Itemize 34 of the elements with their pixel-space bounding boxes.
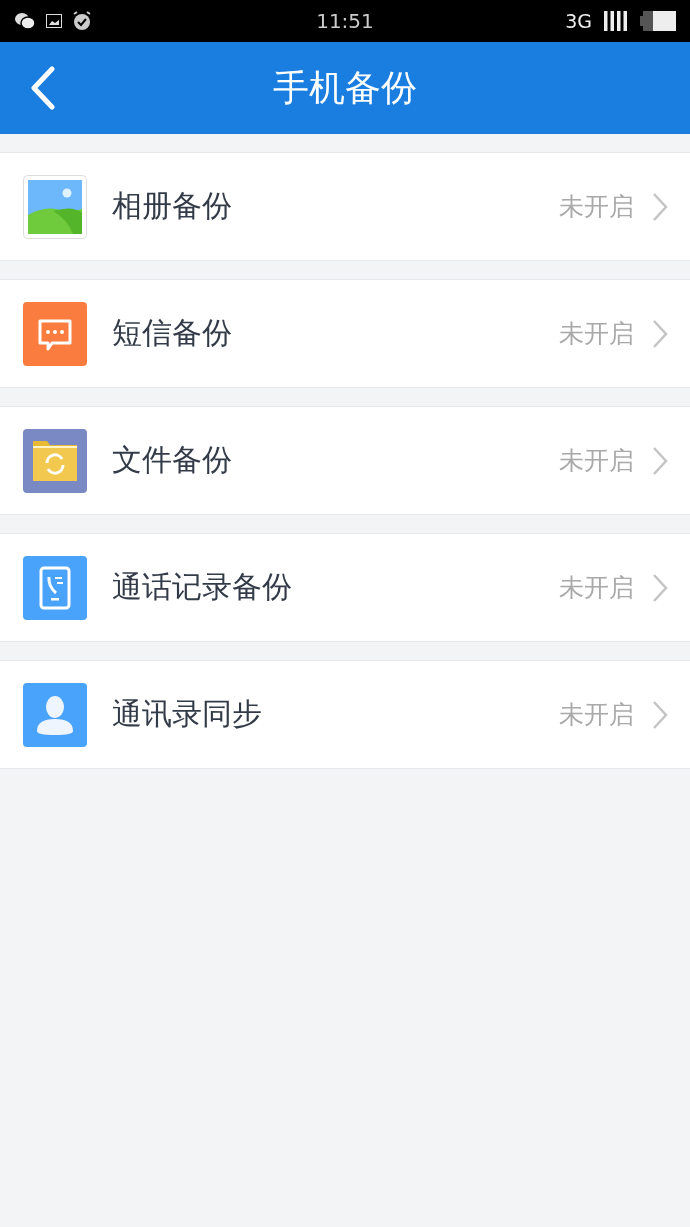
folder-icon bbox=[23, 428, 87, 493]
backup-option-row[interactable]: 通讯录同步 未开启 bbox=[0, 660, 690, 769]
backup-option-row[interactable]: 通话记录备份 未开启 bbox=[0, 533, 690, 642]
message-icon bbox=[23, 301, 87, 366]
backup-option-row[interactable]: 相册备份 未开启 bbox=[0, 152, 690, 261]
battery-icon bbox=[640, 11, 676, 31]
option-label: 文件备份 bbox=[112, 441, 232, 479]
backup-option-row[interactable]: 短信备份 未开启 bbox=[0, 279, 690, 388]
contact-icon bbox=[23, 682, 87, 747]
chevron-icon bbox=[652, 572, 668, 603]
chevron-icon bbox=[652, 699, 668, 730]
option-status: 未开启 bbox=[559, 699, 634, 731]
signal-icon bbox=[604, 11, 628, 31]
option-label: 短信备份 bbox=[112, 314, 232, 352]
photo-icon bbox=[23, 174, 87, 239]
page-title: 手机备份 bbox=[273, 65, 417, 110]
chevron-icon bbox=[652, 191, 668, 222]
back-button[interactable] bbox=[28, 66, 58, 110]
option-label: 通讯录同步 bbox=[112, 695, 262, 733]
network-type: 3G bbox=[565, 10, 592, 32]
clock-time: 11:51 bbox=[316, 9, 374, 33]
chevron-icon bbox=[652, 318, 668, 349]
option-status: 未开启 bbox=[559, 445, 634, 477]
option-label: 相册备份 bbox=[112, 187, 232, 225]
option-label: 通话记录备份 bbox=[112, 568, 292, 606]
chevron-icon bbox=[652, 445, 668, 476]
chat-icon bbox=[14, 12, 36, 30]
image-icon bbox=[46, 14, 62, 28]
alarm-icon bbox=[72, 11, 92, 31]
backup-option-row[interactable]: 文件备份 未开启 bbox=[0, 406, 690, 515]
option-status: 未开启 bbox=[559, 191, 634, 223]
option-status: 未开启 bbox=[559, 318, 634, 350]
option-status: 未开启 bbox=[559, 572, 634, 604]
phone-log-icon bbox=[23, 555, 87, 620]
